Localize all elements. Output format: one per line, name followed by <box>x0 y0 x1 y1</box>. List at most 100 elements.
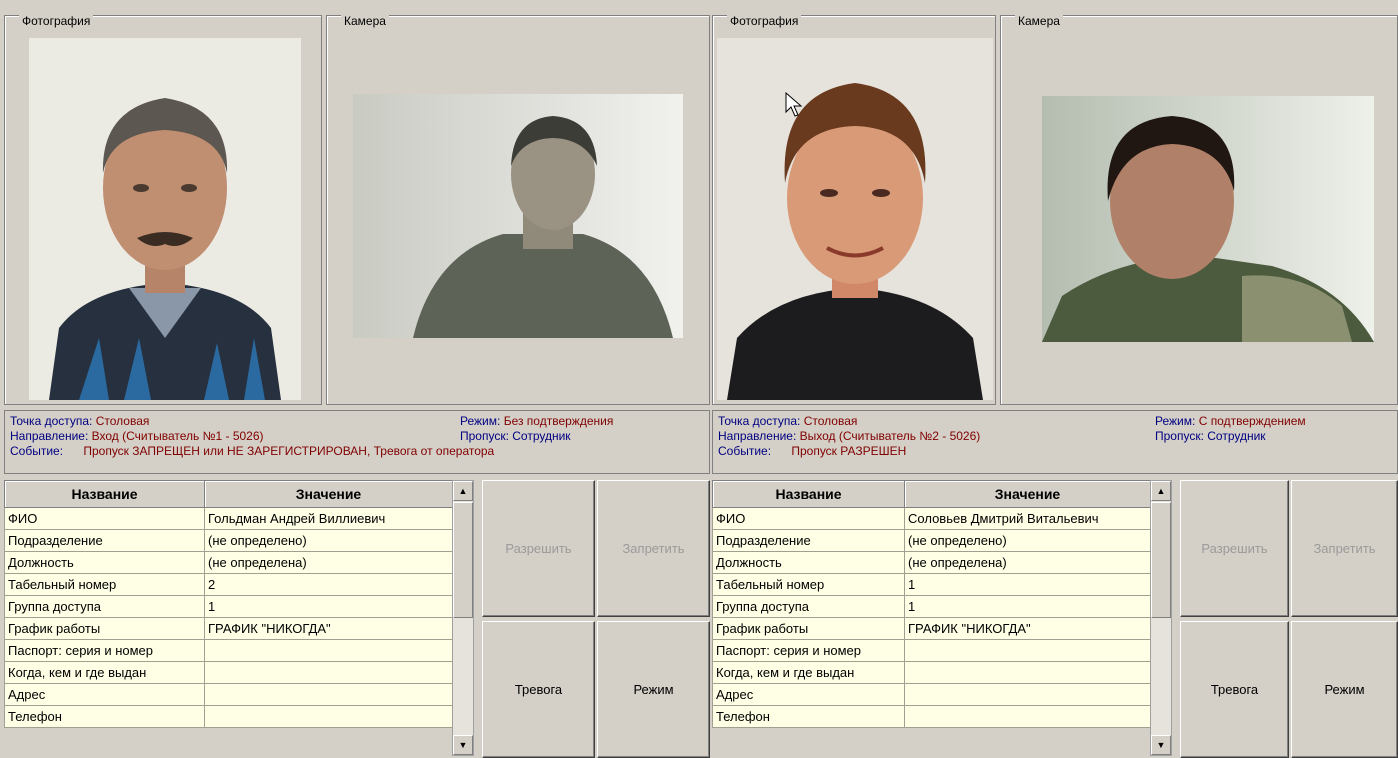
scroll-down-button[interactable]: ▼ <box>453 735 473 755</box>
field-name: Должность <box>712 551 905 574</box>
table-row[interactable]: Табельный номер 2 <box>4 573 453 596</box>
mode-value-1: Без подтверждения <box>503 414 614 428</box>
field-value <box>904 683 1151 706</box>
pass-value-1: Сотрудник <box>512 429 571 443</box>
table-row[interactable]: График работы ГРАФИК "НИКОГДА" <box>712 617 1151 640</box>
alarm-button-2[interactable]: Тревога <box>1180 621 1289 758</box>
field-name: Паспорт: серия и номер <box>712 639 905 662</box>
triangle-up-icon: ▲ <box>1156 486 1166 496</box>
camera-groupbox-1: Камера <box>326 15 710 405</box>
field-value <box>204 705 453 728</box>
event-label-1: Событие: <box>10 444 64 458</box>
mouse-cursor-icon <box>785 92 803 117</box>
table-row[interactable]: Адрес <box>4 683 453 706</box>
deny-button-2[interactable]: Запретить <box>1291 480 1398 617</box>
employee-table-2: Название Значение ФИО Соловьев Дмитрий Ви… <box>712 480 1151 728</box>
table-row[interactable]: Должность (не определена) <box>712 551 1151 574</box>
field-value: 2 <box>204 573 453 596</box>
field-value: ГРАФИК "НИКОГДА" <box>204 617 453 640</box>
field-name: ФИО <box>4 507 205 530</box>
photo-groupbox-1: Фотография <box>4 15 322 405</box>
table-row[interactable]: Группа доступа 1 <box>4 595 453 618</box>
event-value-1: Пропуск ЗАПРЕЩЕН или НЕ ЗАРЕГИСТРИРОВАН,… <box>83 444 495 458</box>
scroll-down-button[interactable]: ▼ <box>1151 735 1171 755</box>
mode-button-2[interactable]: Режим <box>1291 621 1398 758</box>
pass-label-1: Пропуск: <box>460 429 509 443</box>
table-row[interactable]: Паспорт: серия и номер <box>4 639 453 662</box>
allow-button-2[interactable]: Разрешить <box>1180 480 1289 617</box>
employee-table-1: Название Значение ФИО Гольдман Андрей Вил… <box>4 480 453 728</box>
table-row[interactable]: Группа доступа 1 <box>712 595 1151 618</box>
photo-groupbox-2: Фотография <box>712 15 996 405</box>
field-name: ФИО <box>712 507 905 530</box>
field-value: ГРАФИК "НИКОГДА" <box>904 617 1151 640</box>
field-name: Табельный номер <box>712 573 905 596</box>
pass-label-2: Пропуск: <box>1155 429 1204 443</box>
field-value: 1 <box>904 595 1151 618</box>
scroll-thumb[interactable] <box>453 502 473 618</box>
column-header-value[interactable]: Значение <box>904 480 1151 508</box>
mode-value-2: С подтверждением <box>1198 414 1306 428</box>
event-info-2: Точка доступа: Столовая Направление: Вых… <box>712 410 1398 474</box>
table-scrollbar-1[interactable]: ▲ ▼ <box>452 480 474 756</box>
table-row[interactable]: Телефон <box>4 705 453 728</box>
direction-value-2: Выход (Считыватель №2 - 5026) <box>799 429 981 443</box>
table-row[interactable]: Телефон <box>712 705 1151 728</box>
triangle-down-icon: ▼ <box>458 740 468 750</box>
table-row[interactable]: Паспорт: серия и номер <box>712 639 1151 662</box>
table-row[interactable]: Подразделение (не определено) <box>4 529 453 552</box>
field-name: Адрес <box>4 683 205 706</box>
column-header-value[interactable]: Значение <box>204 480 453 508</box>
field-value: 1 <box>204 595 453 618</box>
direction-value-1: Вход (Считыватель №1 - 5026) <box>91 429 264 443</box>
table-row[interactable]: ФИО Гольдман Андрей Виллиевич <box>4 507 453 530</box>
direction-label-1: Направление: <box>10 429 89 443</box>
table-scrollbar-2[interactable]: ▲ ▼ <box>1150 480 1172 756</box>
field-value: (не определено) <box>904 529 1151 552</box>
field-name: График работы <box>712 617 905 640</box>
event-info-1: Точка доступа: Столовая Направление: Вхо… <box>4 410 710 474</box>
alarm-button-1[interactable]: Тревога <box>482 621 595 758</box>
field-name: Паспорт: серия и номер <box>4 639 205 662</box>
scroll-thumb[interactable] <box>1151 502 1171 618</box>
access-point-label-1: Точка доступа: <box>10 414 93 428</box>
field-value: (не определена) <box>904 551 1151 574</box>
field-name: Подразделение <box>4 529 205 552</box>
field-value: Соловьев Дмитрий Витальевич <box>904 507 1151 530</box>
camera-snapshot-2 <box>1042 96 1374 342</box>
field-name: Группа доступа <box>4 595 205 618</box>
column-header-name[interactable]: Название <box>712 480 905 508</box>
scroll-up-button[interactable]: ▲ <box>1151 481 1171 501</box>
deny-button-1[interactable]: Запретить <box>597 480 710 617</box>
camera-snapshot-1 <box>353 94 683 338</box>
field-value <box>904 661 1151 684</box>
column-header-name[interactable]: Название <box>4 480 205 508</box>
field-value: (не определена) <box>204 551 453 574</box>
mode-button-1[interactable]: Режим <box>597 621 710 758</box>
event-label-2: Событие: <box>718 444 772 458</box>
field-value <box>204 639 453 662</box>
table-row[interactable]: Когда, кем и где выдан <box>4 661 453 684</box>
table-row[interactable]: Подразделение (не определено) <box>712 529 1151 552</box>
mode-label-1: Режим: <box>460 414 501 428</box>
mode-label-2: Режим: <box>1155 414 1196 428</box>
table-row[interactable]: Табельный номер 1 <box>712 573 1151 596</box>
field-name: Подразделение <box>712 529 905 552</box>
camera-groupbox-2: Камера <box>1000 15 1398 405</box>
table-row[interactable]: График работы ГРАФИК "НИКОГДА" <box>4 617 453 640</box>
field-value <box>904 705 1151 728</box>
table-row[interactable]: ФИО Соловьев Дмитрий Витальевич <box>712 507 1151 530</box>
event-value-2: Пропуск РАЗРЕШЕН <box>791 444 907 458</box>
employee-photo-1 <box>29 38 301 400</box>
scroll-up-button[interactable]: ▲ <box>453 481 473 501</box>
table-row[interactable]: Когда, кем и где выдан <box>712 661 1151 684</box>
access-point-value-1: Столовая <box>95 414 150 428</box>
allow-button-1[interactable]: Разрешить <box>482 480 595 617</box>
table-row[interactable]: Адрес <box>712 683 1151 706</box>
photo-label-2: Фотография <box>727 15 802 27</box>
table-row[interactable]: Должность (не определена) <box>4 551 453 574</box>
triangle-up-icon: ▲ <box>458 486 468 496</box>
field-value: Гольдман Андрей Виллиевич <box>204 507 453 530</box>
field-value: (не определено) <box>204 529 453 552</box>
camera-label-2: Камера <box>1015 15 1063 27</box>
